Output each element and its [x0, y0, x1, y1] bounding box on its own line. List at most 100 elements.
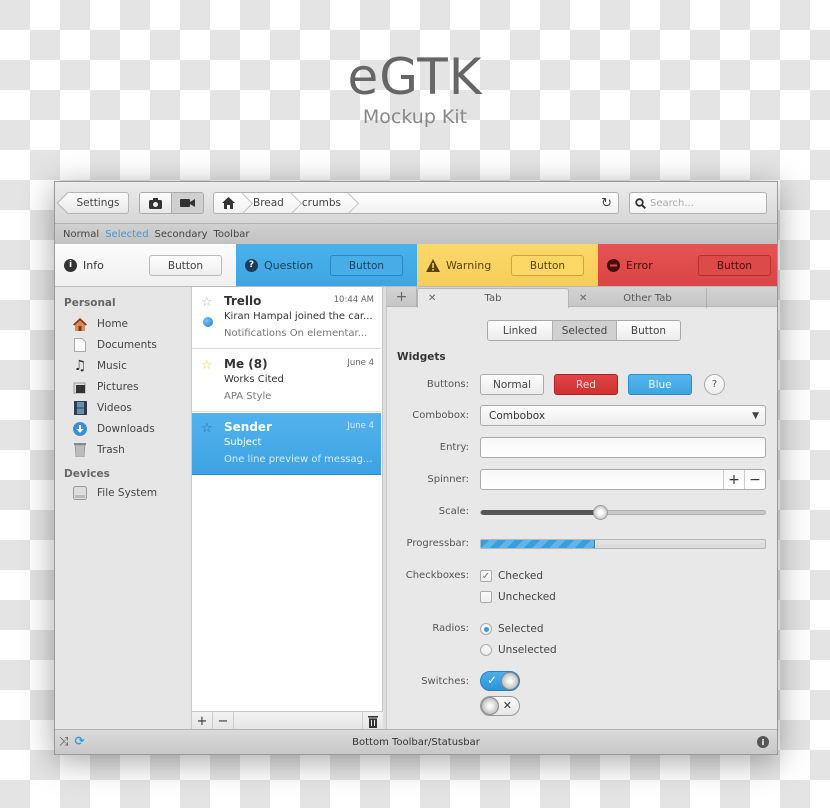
- settings-label: Settings: [76, 197, 120, 209]
- error-icon: [607, 258, 620, 272]
- radio-button[interactable]: [480, 623, 492, 635]
- downloads-icon: [73, 422, 87, 436]
- switch-knob[interactable]: [481, 697, 499, 715]
- statusbar: ⤨ ⟳ Bottom Toolbar/Statusbar i: [55, 729, 777, 754]
- radio-unselected[interactable]: Unselected: [480, 644, 557, 656]
- message-preview: One line preview of messag...: [224, 454, 373, 465]
- infobar-question: ? Question Button: [236, 244, 417, 287]
- list-item[interactable]: ☆ Me (8) June 4 Works Cited APA Style: [192, 350, 381, 412]
- radio-selected[interactable]: Selected: [480, 623, 544, 635]
- blue-button[interactable]: Blue: [628, 374, 692, 395]
- switch-knob[interactable]: [501, 672, 519, 690]
- home-icon: [73, 317, 87, 331]
- widgets-heading: Widgets: [397, 351, 446, 363]
- checkmark-icon[interactable]: ✓: [480, 570, 492, 582]
- help-button[interactable]: ?: [704, 374, 725, 395]
- scale-handle[interactable]: [593, 505, 609, 520]
- infobar-warning-button[interactable]: Button: [511, 255, 584, 276]
- star-outline-icon[interactable]: ☆: [201, 421, 213, 436]
- star-outline-icon[interactable]: ☆: [201, 295, 213, 310]
- statusbar-left-icons: ⤨ ⟳: [59, 734, 85, 749]
- sidebar-item-downloads[interactable]: Downloads: [73, 420, 155, 438]
- breadcrumb-item[interactable]: Bread: [245, 193, 294, 213]
- reload-icon[interactable]: ↻: [601, 196, 612, 211]
- trash-icon: [368, 715, 378, 728]
- toolbar-item-toolbar[interactable]: Toolbar: [214, 229, 250, 240]
- camera-mode-button[interactable]: [140, 193, 171, 213]
- infobar-warning: Warning Button: [417, 244, 598, 287]
- button-button[interactable]: Button: [616, 321, 680, 340]
- video-mode-button[interactable]: [171, 193, 203, 213]
- entry-field[interactable]: [480, 437, 766, 458]
- x-icon: ✕: [502, 699, 512, 712]
- warning-icon: [426, 258, 440, 272]
- statusbar-text: Bottom Toolbar/Statusbar: [352, 736, 480, 748]
- toolbar-item-secondary[interactable]: Secondary: [155, 229, 208, 240]
- breadcrumb-item[interactable]: crumbs: [294, 193, 351, 213]
- spinner-increment-button[interactable]: +: [723, 470, 744, 489]
- list-item-selected[interactable]: ☆ Sender June 4 Subject One line preview…: [192, 413, 381, 475]
- red-button[interactable]: Red: [554, 374, 618, 395]
- settings-back-button[interactable]: Settings: [67, 192, 129, 214]
- message-time: June 4: [347, 358, 374, 368]
- message-sender: Me (8): [224, 357, 268, 371]
- close-tab-icon[interactable]: ✕: [579, 293, 587, 304]
- buttons-label: Buttons:: [426, 379, 469, 390]
- shuffle-icon[interactable]: ⤨: [59, 734, 69, 749]
- checkbox-unchecked[interactable]: Unchecked: [480, 591, 556, 603]
- message-sender: Trello: [224, 294, 262, 308]
- info-icon[interactable]: i: [757, 736, 769, 748]
- message-subject: Subject: [224, 437, 262, 448]
- tab-other-tab[interactable]: ✕ Other Tab: [569, 288, 707, 308]
- message-preview: Notifications On elementar...: [224, 328, 368, 339]
- sidebar-item-music[interactable]: ♫ Music: [73, 357, 127, 375]
- checkboxes-label: Checkboxes:: [405, 570, 469, 581]
- repeat-icon[interactable]: ⟳: [75, 734, 85, 749]
- sidebar-item-pictures[interactable]: Pictures: [73, 378, 139, 396]
- pictures-icon: [73, 380, 87, 394]
- breadcrumb-home[interactable]: [214, 193, 245, 213]
- videos-icon: [73, 401, 87, 415]
- infobar-error-button[interactable]: Button: [698, 255, 771, 276]
- toolbar-item-normal[interactable]: Normal: [63, 229, 99, 240]
- switch-on[interactable]: ✓: [480, 671, 520, 691]
- checkbox-checked[interactable]: ✓ Checked: [480, 570, 543, 582]
- new-tab-button[interactable]: +: [387, 287, 417, 307]
- sidebar-item-documents[interactable]: Documents: [73, 336, 157, 354]
- combobox[interactable]: Combobox ▼: [480, 405, 766, 426]
- sidebar-item-file-system[interactable]: File System: [73, 484, 157, 502]
- check-icon: ✓: [487, 673, 498, 687]
- search-input[interactable]: Search...: [629, 192, 767, 214]
- sidebar-item-home[interactable]: Home: [73, 315, 128, 333]
- sidebar-item-videos[interactable]: Videos: [73, 399, 132, 417]
- linked-button[interactable]: Linked: [488, 321, 552, 340]
- switch-off[interactable]: ✕: [480, 696, 520, 716]
- app-window: Settings Bread crumbs ↻ Search... Normal…: [54, 181, 778, 755]
- sidebar-item-label: Documents: [97, 339, 157, 351]
- star-filled-icon[interactable]: ☆: [201, 358, 213, 373]
- sidebar-item-label: Trash: [97, 444, 125, 456]
- spinner-decrement-button[interactable]: −: [744, 470, 765, 489]
- infobar-info-button[interactable]: Button: [149, 255, 222, 276]
- radio-button[interactable]: [480, 644, 492, 656]
- close-tab-icon[interactable]: ✕: [428, 293, 436, 304]
- message-time: June 4: [347, 421, 374, 431]
- drive-icon: [73, 486, 87, 500]
- tab-tab[interactable]: ✕ Tab: [417, 288, 569, 308]
- infobar-question-button[interactable]: Button: [330, 255, 403, 276]
- sidebar-item-trash[interactable]: Trash: [73, 441, 125, 459]
- video-camera-icon: [180, 199, 195, 207]
- sidebar-heading-personal: Personal: [64, 297, 116, 309]
- list-item[interactable]: ☆ Trello 10:44 AM Kiran Hampal joined th…: [192, 287, 381, 349]
- spinner-field[interactable]: + −: [480, 469, 766, 490]
- normal-button[interactable]: Normal: [480, 374, 544, 395]
- unread-dot-icon: [203, 317, 213, 327]
- entry-label: Entry:: [439, 442, 469, 453]
- checkbox-box[interactable]: [480, 591, 492, 603]
- hero-subtitle: Mockup Kit: [362, 106, 468, 128]
- selected-button[interactable]: Selected: [552, 321, 616, 340]
- sidebar-item-label: Pictures: [97, 381, 139, 393]
- message-sender: Sender: [224, 420, 272, 434]
- toolbar-item-selected[interactable]: Selected: [105, 229, 148, 240]
- scale-slider[interactable]: [480, 505, 766, 520]
